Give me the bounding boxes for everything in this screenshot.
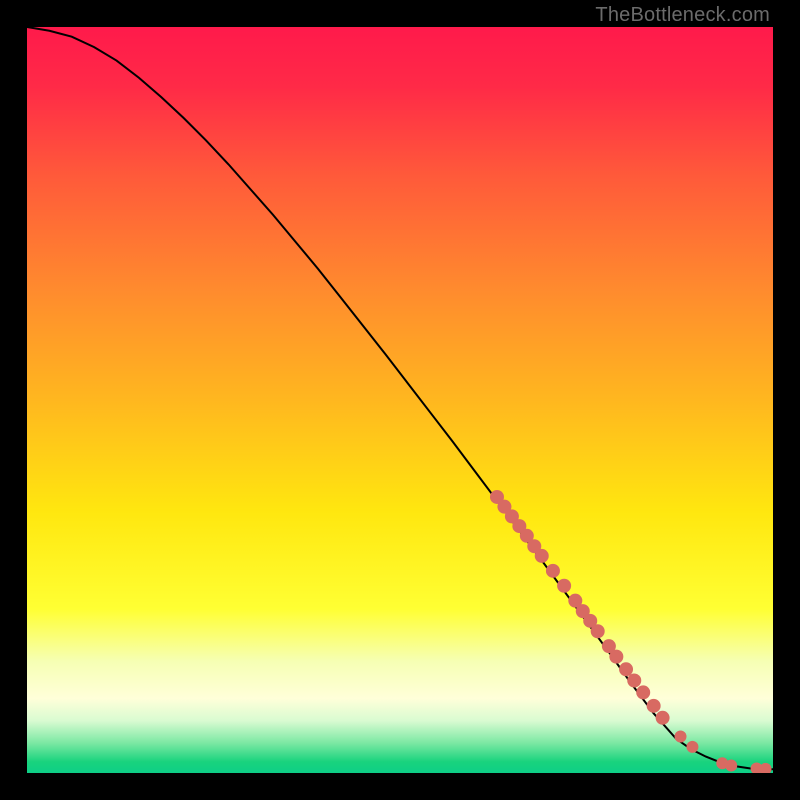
scatter-point	[647, 699, 661, 713]
plot-area	[27, 27, 773, 773]
scatter-point	[627, 674, 641, 688]
scatter-point	[675, 730, 687, 742]
scatter-point	[557, 579, 571, 593]
scatter-point	[725, 760, 737, 772]
chart-stage: TheBottleneck.com	[0, 0, 800, 800]
scatter-point	[636, 685, 650, 699]
gradient-background	[27, 27, 773, 773]
scatter-point	[591, 624, 605, 638]
scatter-point	[656, 711, 670, 725]
scatter-point	[686, 741, 698, 753]
scatter-point	[535, 549, 549, 563]
scatter-point	[619, 662, 633, 676]
chart-svg	[27, 27, 773, 773]
scatter-point	[546, 564, 560, 578]
watermark-label: TheBottleneck.com	[595, 4, 770, 27]
scatter-point	[609, 650, 623, 664]
